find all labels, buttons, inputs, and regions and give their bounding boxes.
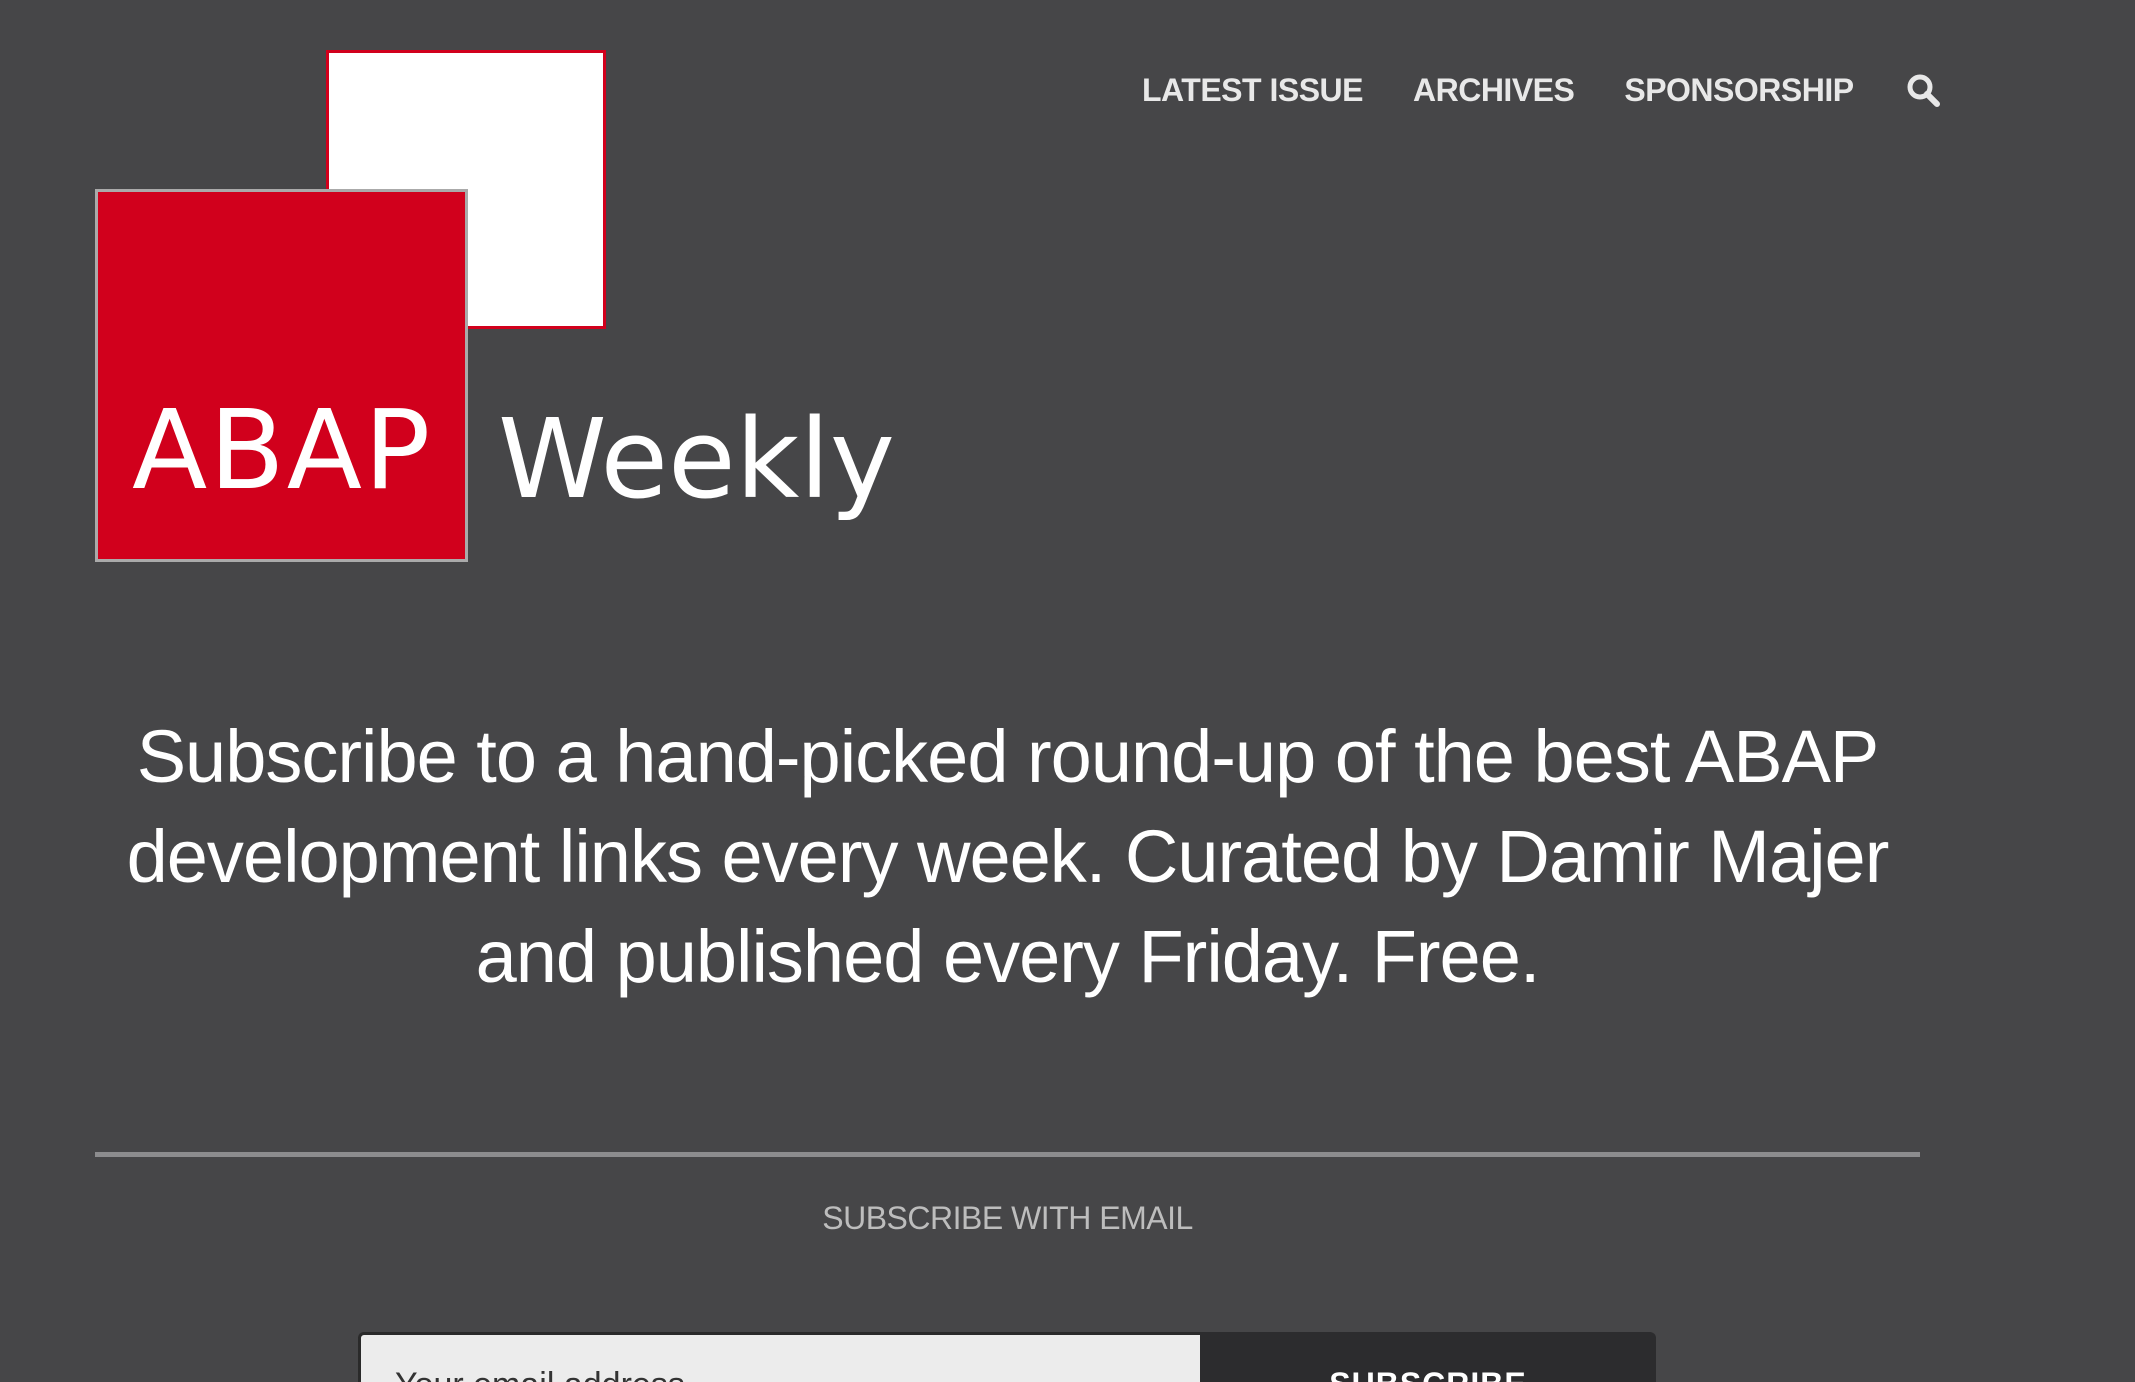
subscribe-form: SUBSCRIBE (358, 1332, 1656, 1382)
logo-weekly-text: Weekly (498, 395, 896, 523)
nav-archives[interactable]: ARCHIVES (1413, 72, 1575, 109)
logo-abap-text: ABAP (132, 386, 433, 514)
email-input[interactable] (358, 1332, 1200, 1382)
search-icon-graphic (1907, 74, 1940, 107)
nav-sponsorship[interactable]: SPONSORSHIP (1624, 72, 1854, 109)
site-logo[interactable]: ABAP Weekly (0, 0, 895, 562)
main-nav: LATEST ISSUE ARCHIVES SPONSORSHIP (1142, 68, 1940, 112)
hero-tagline: Subscribe to a hand-picked round-up of t… (126, 715, 1890, 998)
section-divider (95, 1152, 1920, 1157)
subscribe-heading: SUBSCRIBE WITH EMAIL (822, 1200, 1193, 1236)
nav-latest-issue[interactable]: LATEST ISSUE (1142, 72, 1363, 109)
subscribe-button[interactable]: SUBSCRIBE (1200, 1332, 1656, 1382)
search-icon[interactable] (1906, 73, 1940, 107)
